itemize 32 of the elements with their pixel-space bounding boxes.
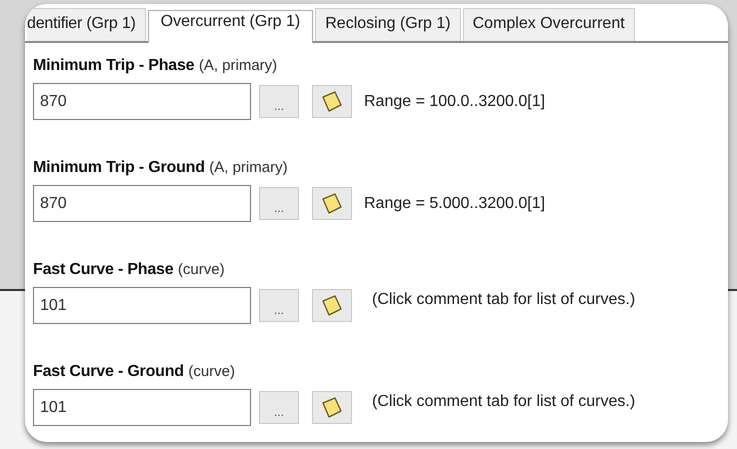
setting-title: Fast Curve - Phase xyxy=(33,261,174,278)
input-field[interactable]: 101 xyxy=(33,389,251,426)
browse-button[interactable]: ... xyxy=(259,289,299,322)
range-hint: (Click comment tab for list of curves.) xyxy=(372,290,636,308)
range-hint: (Click comment tab for list of curves.) xyxy=(372,392,636,410)
range-hint: Range = 5.000..3200.0[1] xyxy=(364,194,546,212)
tab[interactable]: dentifier (Grp 1) xyxy=(27,8,146,41)
input-field[interactable]: 870 xyxy=(33,83,251,120)
units-label: (A, primary) xyxy=(209,159,288,176)
units-label: (curve) xyxy=(188,363,236,380)
setting-title: Minimum Trip - Ground xyxy=(33,159,205,176)
browse-button[interactable]: ... xyxy=(259,391,299,424)
note-icon xyxy=(320,192,344,216)
units-label: (A, primary) xyxy=(198,57,278,74)
note-button[interactable] xyxy=(312,85,352,118)
note-button[interactable] xyxy=(312,391,352,424)
setting-title: Fast Curve - Ground xyxy=(33,363,184,380)
tab[interactable]: Overcurrent (Grp 1) xyxy=(148,10,314,43)
browse-button[interactable]: ... xyxy=(259,85,299,118)
input-field[interactable]: 101 xyxy=(33,287,251,324)
range-hint: Range = 100.0..3200.0[1] xyxy=(364,92,546,110)
note-button[interactable] xyxy=(312,289,352,322)
note-icon xyxy=(320,294,344,318)
tab[interactable]: Reclosing (Grp 1) xyxy=(315,8,461,41)
units-label: (curve) xyxy=(178,261,225,278)
browse-button[interactable]: ... xyxy=(259,187,299,220)
setting-title: Minimum Trip - Phase xyxy=(33,57,194,74)
note-icon xyxy=(320,90,344,114)
tab[interactable]: Complex Overcurrent xyxy=(462,8,635,41)
note-icon xyxy=(320,396,344,420)
note-button[interactable] xyxy=(312,187,352,220)
input-field[interactable]: 870 xyxy=(33,185,251,222)
